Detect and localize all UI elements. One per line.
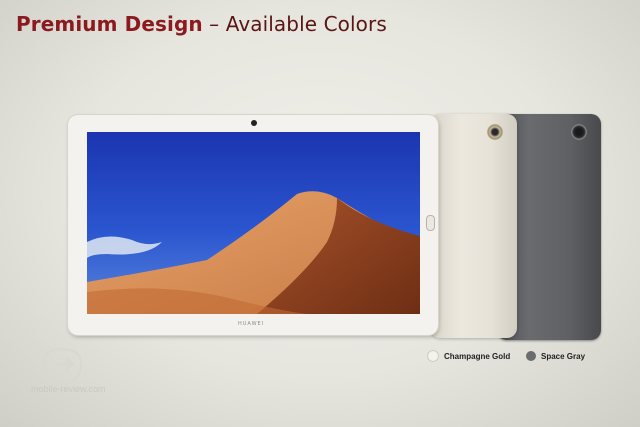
page-title: Premium Design – Available Colors <box>16 12 387 36</box>
color-option-space-gray: Space Gray <box>526 349 585 363</box>
color-label: Champagne Gold <box>444 351 511 361</box>
title-rest: – Available Colors <box>202 12 387 36</box>
tablet-front: HUAWEI <box>68 115 438 335</box>
swatch-icon <box>427 350 439 362</box>
color-option-champagne-gold: Champagne Gold <box>427 349 510 363</box>
title-bold: Premium Design <box>16 12 203 36</box>
rear-camera-icon <box>571 124 587 140</box>
front-camera-icon <box>251 120 257 126</box>
watermark-text: mobile-review.com <box>31 384 106 394</box>
home-button <box>426 215 435 231</box>
color-label: Space Gray <box>541 351 586 361</box>
tablet-screen-wallpaper <box>87 132 420 314</box>
brand-logo: HUAWEI <box>238 321 265 327</box>
rear-camera-icon <box>487 124 503 140</box>
swatch-icon <box>526 351 536 361</box>
tablet-back-champagne-gold <box>430 114 517 338</box>
desert-dune-image <box>87 132 420 314</box>
